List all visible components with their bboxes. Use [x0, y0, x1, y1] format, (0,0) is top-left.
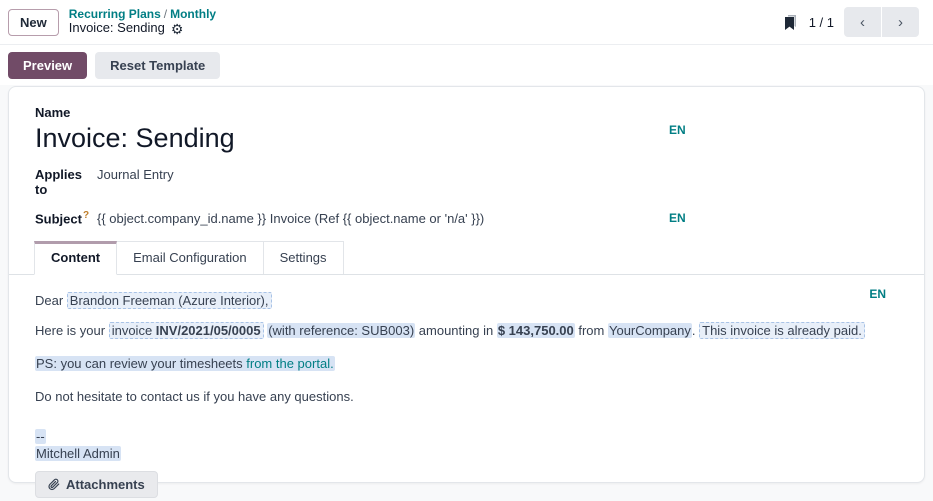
signature-block: -- Mitchell Admin [35, 428, 898, 462]
subject-input[interactable]: {{ object.company_id.name }} Invoice (Re… [97, 211, 484, 226]
body-paragraph-invoice: Here is your invoice INV/2021/05/0005 (w… [35, 321, 898, 340]
portal-link[interactable]: from the portal. [246, 356, 333, 371]
body-lang-badge[interactable]: EN [869, 287, 886, 301]
body-paragraph-closing: Do not hesitate to contact us if you hav… [35, 387, 898, 406]
notebook-tabs: Content Email Configuration Settings [9, 241, 924, 275]
placeholder-reference[interactable]: (with reference: SUB003) [267, 323, 415, 338]
preview-button[interactable]: Preview [8, 52, 87, 79]
chevron-left-icon[interactable]: ‹ [844, 7, 881, 37]
placeholder-signature-name[interactable]: Mitchell Admin [35, 446, 121, 461]
placeholder-amount[interactable]: $ 143,750.00 [497, 323, 575, 338]
bookmark-icon[interactable] [782, 14, 799, 31]
body-paragraph-greeting: Dear Brandon Freeman (Azure Interior), [35, 291, 898, 310]
name-label: Name [35, 105, 898, 120]
pager-count[interactable]: 1 / 1 [809, 15, 834, 30]
tab-settings[interactable]: Settings [264, 241, 344, 274]
applies-to-value[interactable]: Journal Entry [97, 167, 174, 182]
tab-content[interactable]: Content [34, 241, 117, 275]
breadcrumb: Recurring Plans/Monthly Invoice: Sending… [69, 8, 216, 37]
subject-lang-badge[interactable]: EN [669, 211, 686, 225]
subject-label: Subject? [35, 210, 97, 226]
applies-to-label: Applies to [35, 167, 97, 197]
help-icon[interactable]: ? [83, 210, 89, 221]
name-lang-badge[interactable]: EN [669, 123, 686, 137]
breadcrumb-current: Invoice: Sending [69, 21, 165, 36]
action-band: Preview Reset Template [0, 45, 933, 85]
attachments-button[interactable]: Attachments [35, 471, 158, 498]
reset-template-button[interactable]: Reset Template [95, 52, 220, 79]
placeholder-company[interactable]: YourCompany [608, 323, 692, 338]
paperclip-icon [48, 478, 60, 491]
new-button[interactable]: New [8, 9, 59, 36]
breadcrumb-separator: / [161, 7, 170, 21]
pager: ‹ › [844, 7, 919, 37]
tab-email-configuration[interactable]: Email Configuration [117, 241, 263, 274]
breadcrumb-monthly[interactable]: Monthly [170, 7, 216, 21]
placeholder-invoice-number[interactable]: invoice INV/2021/05/0005 [109, 322, 264, 339]
form-sheet: Name Invoice: Sending EN Applies to Jour… [8, 86, 925, 483]
placeholder-signature-dashes[interactable]: -- [35, 429, 46, 444]
gear-icon[interactable]: ⚙ [171, 22, 184, 36]
placeholder-paid-notice[interactable]: This invoice is already paid. [699, 322, 865, 339]
chevron-right-icon[interactable]: › [882, 7, 919, 37]
placeholder-ps[interactable]: PS: you can review your timesheets from … [35, 356, 335, 371]
email-body-editor[interactable]: EN Dear Brandon Freeman (Azure Interior)… [9, 275, 924, 498]
body-paragraph-ps: PS: you can review your timesheets from … [35, 354, 898, 373]
breadcrumb-recurring-plans[interactable]: Recurring Plans [69, 7, 161, 21]
placeholder-recipient[interactable]: Brandon Freeman (Azure Interior), [67, 292, 272, 309]
top-navbar: New Recurring Plans/Monthly Invoice: Sen… [0, 0, 933, 45]
name-input[interactable]: Invoice: Sending [35, 123, 898, 154]
